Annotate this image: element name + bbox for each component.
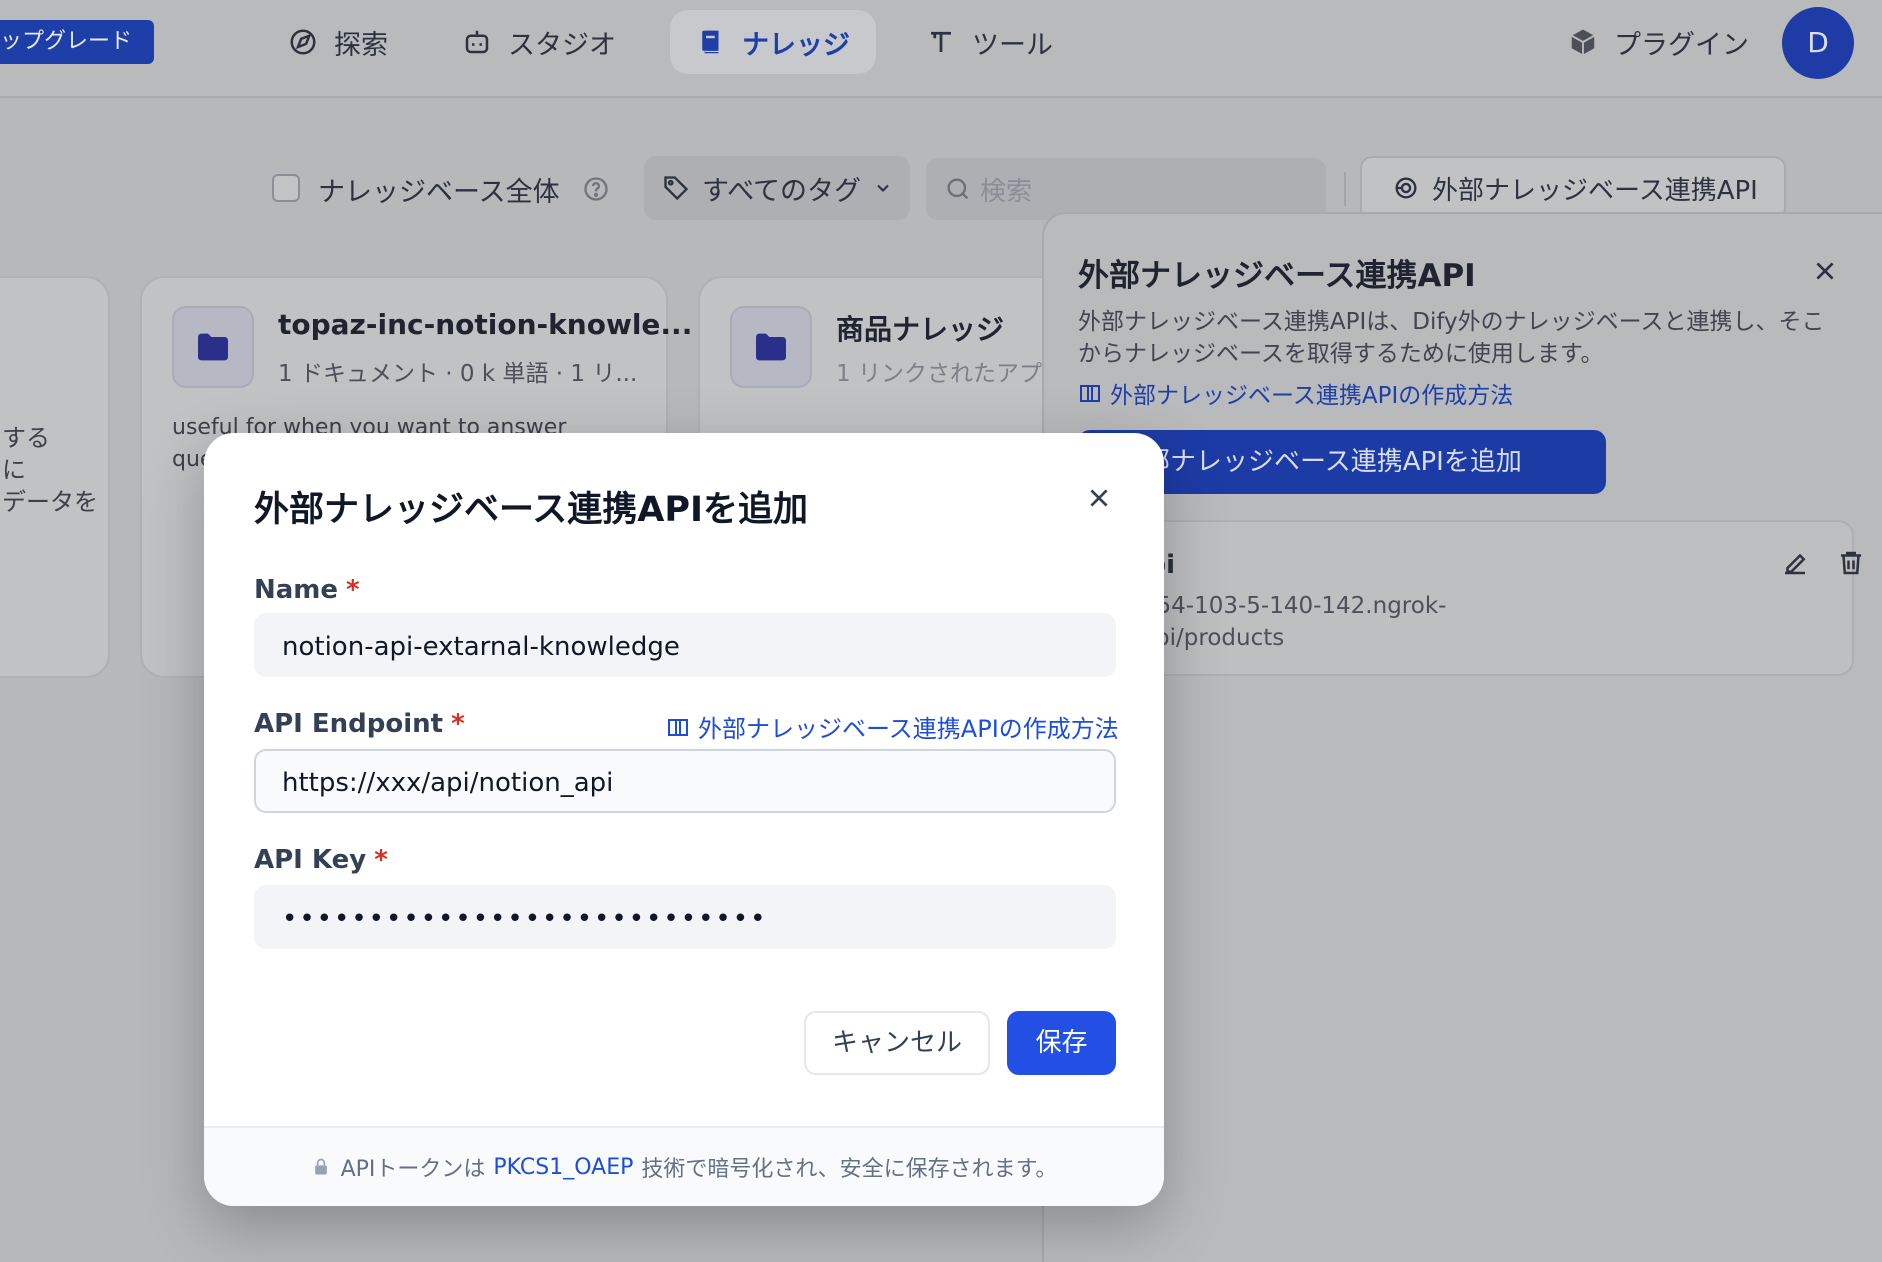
chevron-down-icon <box>877 184 889 192</box>
nav-tab-label: スタジオ <box>508 29 616 61</box>
pkcs-link[interactable]: PKCS1_OAEP <box>493 1155 633 1180</box>
cube-icon <box>1571 29 1595 55</box>
tool-icon <box>931 31 951 52</box>
panel-link-label: 外部ナレッジベース連携APIの作成方法 <box>1110 383 1514 409</box>
required-mark: * <box>346 575 360 605</box>
api-item-url: ://5054-103-5-140-142.ngrok- pp/api/prod… <box>1104 593 1447 651</box>
endpoint-link-label: 外部ナレッジベース連携APIの作成方法 <box>698 715 1119 743</box>
required-mark: * <box>374 845 388 875</box>
name-field-label: Name * <box>254 575 360 605</box>
security-note: APIトークンは PKCS1_OAEP 技術で暗号化され、安全に保存されます。 <box>204 1126 1164 1206</box>
upgrade-button[interactable]: ップグレード <box>0 20 154 64</box>
required-mark: * <box>451 709 465 739</box>
label-text: API Key <box>254 845 367 875</box>
edit-icon[interactable] <box>1780 548 1810 578</box>
footer-prefix: APIトークンは <box>340 1157 486 1182</box>
external-api-button[interactable]: 外部ナレッジベース連携API <box>1360 156 1786 220</box>
external-api-item[interactable]: 品api ://5054-103-5-140-142.ngrok- pp/api… <box>1078 520 1861 676</box>
plugin-button[interactable]: プラグイン <box>1568 10 1749 74</box>
external-api-button-label: 外部ナレッジベース連携API <box>1432 175 1758 206</box>
card-title: 商品ナレッジ <box>836 313 1005 346</box>
folder-icon <box>730 306 812 388</box>
endpoint-field-label: API Endpoint * <box>254 709 465 739</box>
tag-filter-label: すべてのタグ <box>702 175 862 207</box>
add-external-api-modal: 外部ナレッジベース連携APIを追加 Name * notion-api-extar… <box>204 433 1164 1206</box>
help-icon[interactable] <box>582 175 610 203</box>
endpoint-howto-link[interactable]: 外部ナレッジベース連携APIの作成方法 <box>666 709 1119 744</box>
cancel-button[interactable]: キャンセル <box>804 1011 990 1075</box>
all-knowledge-label: ナレッジベース全体 <box>318 177 560 208</box>
trash-icon[interactable] <box>1836 548 1866 578</box>
search-icon <box>947 178 969 200</box>
api-key-input[interactable]: •••••••••••••••••••••••••••• <box>254 885 1116 949</box>
close-icon[interactable] <box>1812 258 1838 284</box>
knowledge-card[interactable]: する に データを <box>0 276 110 678</box>
close-icon[interactable] <box>1086 485 1112 511</box>
label-text: Name <box>254 575 339 605</box>
compass-icon <box>290 29 316 55</box>
card-title: topaz-inc-notion-knowle... <box>278 308 693 341</box>
nav-tab-explore[interactable]: 探索 <box>288 10 388 74</box>
api-key-field-label: API Key * <box>254 845 388 875</box>
tag-filter-dropdown[interactable]: すべてのタグ <box>644 156 910 220</box>
panel-title: 外部ナレッジベース連携API <box>1078 258 1476 294</box>
tag-icon <box>664 176 689 201</box>
search-input[interactable]: 検索 <box>926 158 1326 220</box>
modal-title: 外部ナレッジベース連携APIを追加 <box>254 490 809 530</box>
card-meta: 1 リンクされたアプ <box>836 361 1042 387</box>
api-connection-icon <box>1395 177 1417 199</box>
lock-icon <box>314 1158 327 1175</box>
label-text: API Endpoint <box>254 709 444 739</box>
panel-howto-link[interactable]: 外部ナレッジベース連携APIの作成方法 <box>1078 376 1513 410</box>
top-navigation-bar: ップグレード 探索 スタジオ ナレッジ ツール プラグイン D <box>0 0 1882 98</box>
book-icon <box>702 30 719 54</box>
footer-suffix: 技術で暗号化され、安全に保存されます。 <box>641 1157 1058 1182</box>
user-avatar[interactable]: D <box>1782 7 1854 79</box>
card-description: する に データを <box>2 424 98 516</box>
robot-icon <box>465 30 489 54</box>
external-api-panel: 外部ナレッジベース連携API 外部ナレッジベース連携APIは、Dify外のナレッ… <box>1042 212 1882 1262</box>
plugin-label: プラグイン <box>1614 29 1749 61</box>
name-input[interactable]: notion-api-extarnal-knowledge <box>254 613 1116 677</box>
nav-tab-studio[interactable]: スタジオ <box>462 10 616 74</box>
nav-tab-label: ナレッジ <box>742 29 850 61</box>
nav-tab-knowledge[interactable]: ナレッジ <box>670 10 876 74</box>
panel-description: 外部ナレッジベース連携APIは、Dify外のナレッジベースと連携し、そこからナレ… <box>1078 309 1825 367</box>
card-meta: 1 ドキュメント · 0 k 単語 · 1 リ... <box>278 361 638 387</box>
book-open-icon <box>1080 385 1100 402</box>
nav-tab-label: ツール <box>972 29 1053 61</box>
book-open-icon <box>668 718 688 736</box>
all-knowledge-checkbox[interactable] <box>272 174 300 202</box>
save-button[interactable]: 保存 <box>1007 1011 1116 1075</box>
nav-tab-label: 探索 <box>334 29 388 61</box>
api-endpoint-input[interactable]: https://xxx/api/notion_api <box>254 749 1116 813</box>
folder-icon <box>172 306 254 388</box>
search-placeholder: 検索 <box>980 176 1033 207</box>
divider <box>1344 172 1346 206</box>
nav-tab-tools[interactable]: ツール <box>926 10 1053 74</box>
